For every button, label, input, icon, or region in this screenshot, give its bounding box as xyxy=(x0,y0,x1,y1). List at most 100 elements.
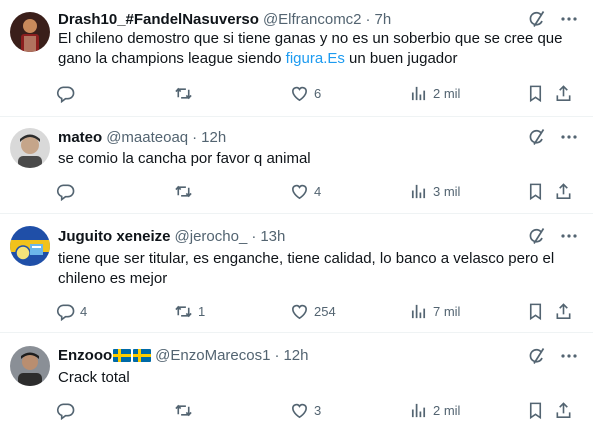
retweet-button[interactable] xyxy=(174,400,198,420)
share-button[interactable] xyxy=(554,83,573,103)
share-icon xyxy=(554,84,573,103)
user-handle[interactable]: @jerocho_ xyxy=(175,228,248,245)
bookmark-button[interactable] xyxy=(526,83,545,103)
views-button[interactable]: 7 mil xyxy=(409,301,460,321)
retweet-icon xyxy=(174,401,193,420)
like-count: 4 xyxy=(314,183,322,199)
reply-icon xyxy=(56,182,75,201)
views-count: 2 mil xyxy=(433,85,461,101)
bookmark-button[interactable] xyxy=(526,400,545,420)
tweet-1[interactable]: Drash10_#FandelNasuverso @Elfrancomc2 · … xyxy=(0,0,593,117)
more-icon[interactable] xyxy=(559,346,579,366)
user-handle[interactable]: @Elfrancomc2 xyxy=(263,11,362,28)
retweet-button[interactable]: 1 xyxy=(174,301,205,321)
display-name[interactable]: Drash10_#FandelNasuverso xyxy=(58,11,259,28)
views-count: 7 mil xyxy=(433,303,461,319)
grok-icon[interactable] xyxy=(527,346,547,366)
share-button[interactable] xyxy=(554,181,573,201)
retweet-count: 1 xyxy=(198,303,206,319)
retweet-icon xyxy=(174,84,193,103)
like-button[interactable]: 6 xyxy=(290,83,321,103)
like-button[interactable]: 254 xyxy=(290,301,336,321)
tweet-header: Juguito xeneize @jerocho_ · 13h xyxy=(58,226,285,246)
action-bar: 4 1 254 7 mil xyxy=(56,301,586,321)
avatar[interactable] xyxy=(10,128,50,168)
views-count: 2 mil xyxy=(433,402,461,418)
share-button[interactable] xyxy=(554,301,573,321)
tweet-2[interactable]: mateo @maateoaq · 12h se comio la cancha… xyxy=(0,117,593,214)
tweet-link[interactable]: figura.Es xyxy=(286,50,345,67)
sweden-flag-icons xyxy=(113,348,152,362)
tweet-text: tiene que ser titular, es enganche, tien… xyxy=(58,250,555,287)
like-count: 6 xyxy=(314,85,322,101)
tweet-4[interactable]: Enzooo @EnzoMarecos1 · 12h Crack total 3 xyxy=(0,333,593,436)
reply-button[interactable]: 4 xyxy=(56,301,87,321)
display-name[interactable]: Enzooo xyxy=(58,347,112,364)
separator: · xyxy=(365,10,371,28)
like-button[interactable]: 4 xyxy=(290,181,321,201)
heart-icon xyxy=(290,182,309,201)
reply-button[interactable] xyxy=(56,400,80,420)
views-icon xyxy=(409,84,428,103)
display-name[interactable]: mateo xyxy=(58,129,102,146)
views-icon xyxy=(409,302,428,321)
user-handle[interactable]: @maateoaq xyxy=(106,129,188,146)
bookmark-icon xyxy=(526,302,545,321)
separator: · xyxy=(251,227,257,245)
separator: · xyxy=(192,128,198,146)
reply-button[interactable] xyxy=(56,83,80,103)
tweet-header: mateo @maateoaq · 12h xyxy=(58,127,226,147)
reply-icon xyxy=(56,401,75,420)
grok-icon[interactable] xyxy=(527,127,547,147)
tweet-top-icons xyxy=(527,9,579,29)
tweet-text-part: un buen jugador xyxy=(344,50,458,67)
share-icon xyxy=(554,401,573,420)
grok-icon[interactable] xyxy=(527,9,547,29)
bookmark-button[interactable] xyxy=(526,301,545,321)
tweet-text: Crack total xyxy=(58,369,130,386)
bookmark-icon xyxy=(526,182,545,201)
reply-icon xyxy=(56,302,75,321)
tweet-text: El chileno demostro que si tiene ganas y… xyxy=(58,29,578,69)
share-button[interactable] xyxy=(554,400,573,420)
reply-count: 4 xyxy=(80,303,88,319)
bookmark-icon xyxy=(526,84,545,103)
retweet-button[interactable] xyxy=(174,181,198,201)
views-button[interactable]: 2 mil xyxy=(409,83,460,103)
separator: · xyxy=(274,346,280,364)
display-name[interactable]: Juguito xeneize xyxy=(58,228,171,245)
timestamp[interactable]: 7h xyxy=(375,11,392,28)
tweet-header: Drash10_#FandelNasuverso @Elfrancomc2 · … xyxy=(58,9,391,29)
reply-icon xyxy=(56,84,75,103)
share-icon xyxy=(554,302,573,321)
bookmark-button[interactable] xyxy=(526,181,545,201)
timestamp[interactable]: 13h xyxy=(260,228,285,245)
more-icon[interactable] xyxy=(559,9,579,29)
like-button[interactable]: 3 xyxy=(290,400,321,420)
share-icon xyxy=(554,182,573,201)
more-icon[interactable] xyxy=(559,226,579,246)
user-handle[interactable]: @EnzoMarecos1 xyxy=(155,347,270,364)
tweet-3[interactable]: Juguito xeneize @jerocho_ · 13h tiene qu… xyxy=(0,214,593,333)
timestamp[interactable]: 12h xyxy=(283,347,308,364)
tweet-top-icons xyxy=(527,127,579,147)
heart-icon xyxy=(290,84,309,103)
avatar[interactable] xyxy=(10,346,50,386)
tweet-top-icons xyxy=(527,226,579,246)
sweden-flag-icon xyxy=(113,348,132,362)
retweet-button[interactable] xyxy=(174,83,198,103)
views-button[interactable]: 2 mil xyxy=(409,400,460,420)
tweet-top-icons xyxy=(527,346,579,366)
avatar[interactable] xyxy=(10,226,50,266)
retweet-icon xyxy=(174,302,193,321)
grok-icon[interactable] xyxy=(527,226,547,246)
views-button[interactable]: 3 mil xyxy=(409,181,460,201)
more-icon[interactable] xyxy=(559,127,579,147)
action-bar: 3 2 mil xyxy=(56,400,586,420)
timestamp[interactable]: 12h xyxy=(201,129,226,146)
reply-button[interactable] xyxy=(56,181,80,201)
views-icon xyxy=(409,401,428,420)
like-count: 3 xyxy=(314,402,322,418)
sweden-flag-icon xyxy=(133,348,152,362)
avatar[interactable] xyxy=(10,12,50,52)
